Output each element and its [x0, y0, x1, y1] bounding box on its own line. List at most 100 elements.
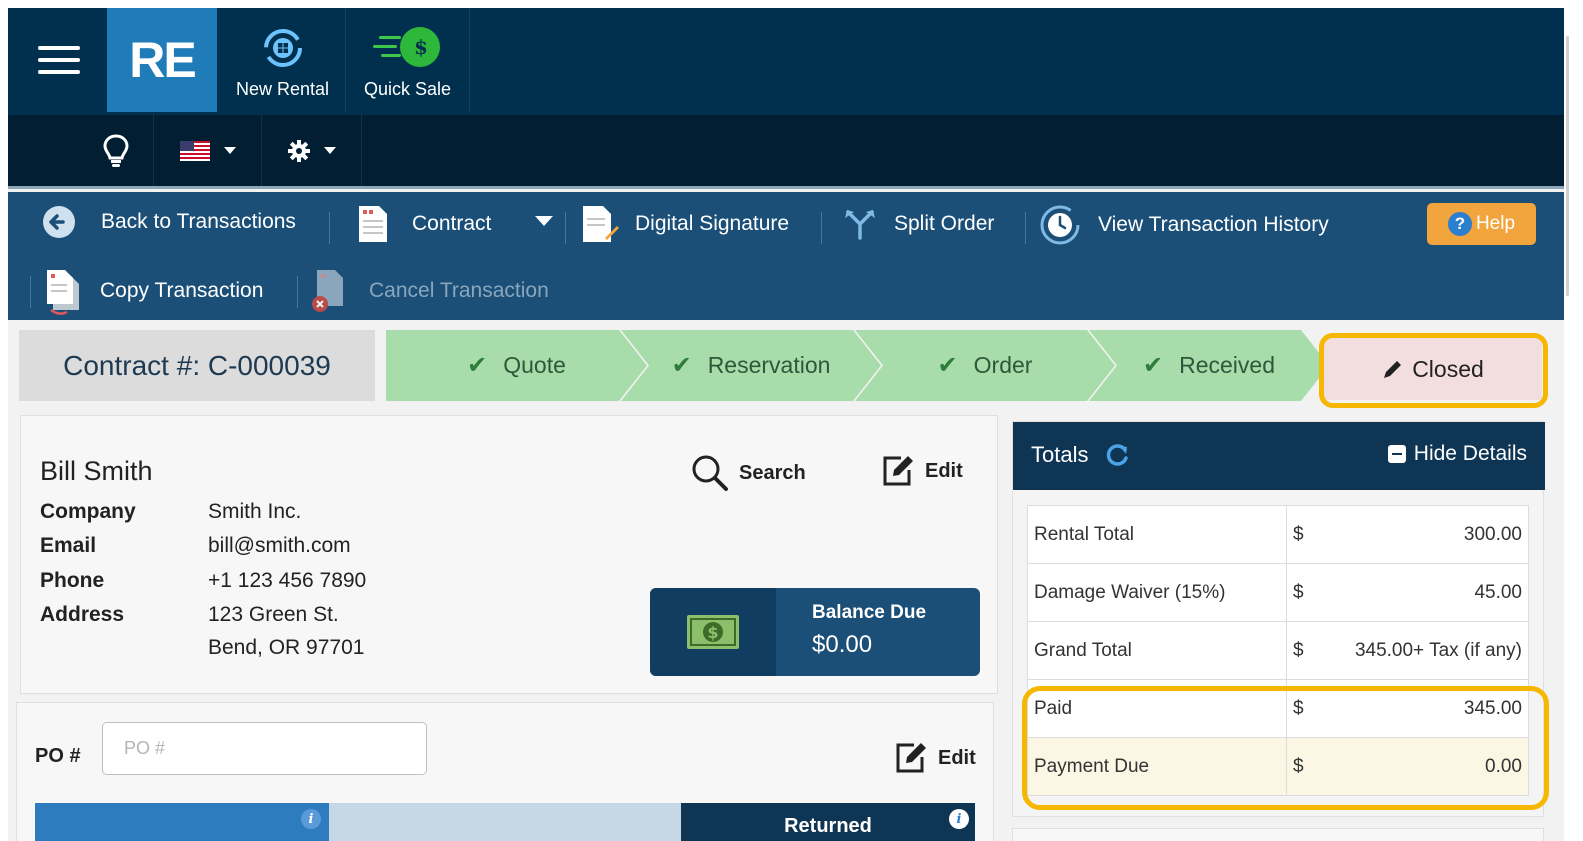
step-quote[interactable]: ✔ Quote: [386, 330, 647, 401]
status-segment-returned[interactable]: Returned i: [681, 803, 975, 841]
check-icon: ✔: [467, 352, 488, 379]
svg-text:$: $: [707, 623, 718, 642]
copy-transaction-button[interactable]: Copy Transaction: [45, 266, 263, 316]
table-row: Paid $ 345.00: [1027, 679, 1529, 738]
totals-title-group: Totals: [1031, 442, 1130, 468]
email-label: Email: [40, 534, 97, 557]
row-label: Rental Total: [1027, 505, 1287, 564]
row-value: 0.00: [1316, 737, 1529, 796]
phone-value: +1 123 456 7890: [208, 569, 367, 592]
copy-document-icon: [47, 270, 79, 315]
step-label: Closed: [1412, 355, 1484, 382]
check-icon: ✔: [671, 352, 692, 379]
status-segment-out[interactable]: i: [35, 803, 329, 841]
dollar-coin-icon: [372, 27, 440, 67]
customer-card: Bill Smith Search Edit Company Smith Inc…: [20, 415, 998, 694]
row-currency: $: [1286, 737, 1317, 796]
check-icon: ✔: [937, 352, 958, 379]
po-edit-button[interactable]: Edit: [894, 741, 976, 775]
clock-history-icon: [1040, 205, 1080, 245]
quick-sale-badge: $: [414, 35, 428, 59]
row-currency: $: [1286, 621, 1317, 680]
balance-due-box: $ Balance Due $0.00: [650, 588, 980, 676]
question-circle-icon: ?: [1447, 212, 1472, 236]
next-panel-edge: [1012, 828, 1544, 841]
row-value: 45.00: [1316, 563, 1529, 622]
check-icon: ✔: [1143, 352, 1164, 379]
view-history-button[interactable]: View Transaction History: [1039, 204, 1329, 246]
phone-label: Phone: [40, 569, 105, 592]
split-order-button[interactable]: Split Order: [842, 208, 994, 240]
po-number-input[interactable]: [102, 722, 427, 775]
app-logo[interactable]: RE: [107, 8, 217, 112]
refresh-icon[interactable]: [1106, 443, 1130, 467]
customer-search-button[interactable]: Search: [691, 454, 806, 492]
row-value: 300.00: [1316, 505, 1529, 564]
hide-details-label: Hide Details: [1413, 442, 1527, 465]
utility-bar: [8, 115, 1564, 189]
company-label: Company: [40, 500, 136, 523]
customer-edit-button[interactable]: Edit: [881, 454, 963, 488]
digital-signature-label: Digital Signature: [635, 212, 790, 235]
row-label: Paid: [1027, 679, 1287, 738]
help-button[interactable]: ? Help: [1427, 203, 1536, 245]
arrow-left-circle-icon: [43, 206, 75, 238]
email-value[interactable]: bill@smith.com: [208, 534, 351, 558]
chevron-down-icon: [223, 147, 236, 154]
step-received[interactable]: ✔ Received: [1089, 330, 1329, 401]
company-value: Smith Inc.: [208, 500, 302, 523]
tips-button[interactable]: [78, 115, 154, 186]
gear-icon: [287, 139, 310, 162]
quick-sale-button[interactable]: $ Quick Sale: [346, 8, 470, 112]
row-value: 345.00: [1316, 679, 1529, 738]
scrollbar-thumb[interactable]: [1566, 36, 1569, 296]
balance-due-label: Balance Due: [812, 602, 927, 623]
pencil-icon: [1384, 361, 1402, 378]
new-rental-label: New Rental: [235, 79, 330, 99]
totals-panel: Totals Hide Details Rental Total $ 300.0…: [1012, 421, 1545, 817]
divider: [1025, 212, 1026, 244]
document-pen-icon: [583, 206, 619, 242]
rental-cycle-icon: [263, 29, 302, 67]
totals-header: Totals Hide Details: [1013, 422, 1545, 490]
back-label: Back to Transactions: [101, 210, 296, 233]
step-order[interactable]: ✔ Order: [855, 330, 1115, 401]
contract-label: Contract: [412, 212, 492, 235]
step-closed[interactable]: Closed: [1324, 338, 1542, 400]
balance-due-value: $0.00: [812, 631, 873, 658]
address-line1: 123 Green St.: [208, 603, 339, 626]
app-window: RE New Rental $ Quick Sale Back to Trans…: [8, 8, 1564, 841]
info-icon[interactable]: i: [301, 809, 321, 829]
address-line2: Bend, OR 97701: [208, 636, 365, 659]
edit-label: Edit: [925, 459, 963, 482]
help-label: Help: [1475, 213, 1516, 234]
language-select[interactable]: [154, 115, 262, 186]
status-segment-pending[interactable]: [329, 803, 681, 841]
row-label: Damage Waiver (15%): [1027, 563, 1287, 622]
totals-title: Totals: [1031, 442, 1089, 467]
edit-label: Edit: [938, 746, 976, 769]
split-order-label: Split Order: [894, 212, 995, 235]
new-rental-button[interactable]: New Rental: [220, 8, 346, 112]
step-label: Order: [973, 352, 1033, 378]
edit-icon: [896, 743, 926, 773]
table-row: Grand Total $ 345.00+ Tax (if any): [1027, 621, 1529, 680]
address-label: Address: [40, 603, 125, 626]
back-to-transactions-button[interactable]: Back to Transactions: [42, 205, 296, 239]
row-label: Payment Due: [1027, 737, 1287, 796]
contract-button[interactable]: Contract: [357, 204, 491, 244]
table-row: Payment Due $ 0.00: [1027, 737, 1529, 796]
info-icon[interactable]: i: [949, 809, 969, 829]
transaction-toolbar: Back to Transactions Contract Digital Si…: [8, 192, 1564, 320]
step-label: Received: [1179, 352, 1275, 378]
contract-dropdown-toggle[interactable]: [535, 216, 553, 226]
money-bill-icon: $: [650, 588, 776, 676]
step-reservation[interactable]: ✔ Reservation: [621, 330, 881, 401]
settings-menu[interactable]: [262, 115, 362, 186]
cancel-transaction-button[interactable]: Cancel Transaction: [311, 268, 549, 314]
contract-number: Contract #: C-000039: [19, 330, 375, 401]
hide-details-button[interactable]: Hide Details: [1387, 442, 1527, 466]
digital-signature-button[interactable]: Digital Signature: [581, 204, 789, 244]
hamburger-icon[interactable]: [38, 46, 80, 76]
copy-label: Copy Transaction: [100, 279, 264, 302]
